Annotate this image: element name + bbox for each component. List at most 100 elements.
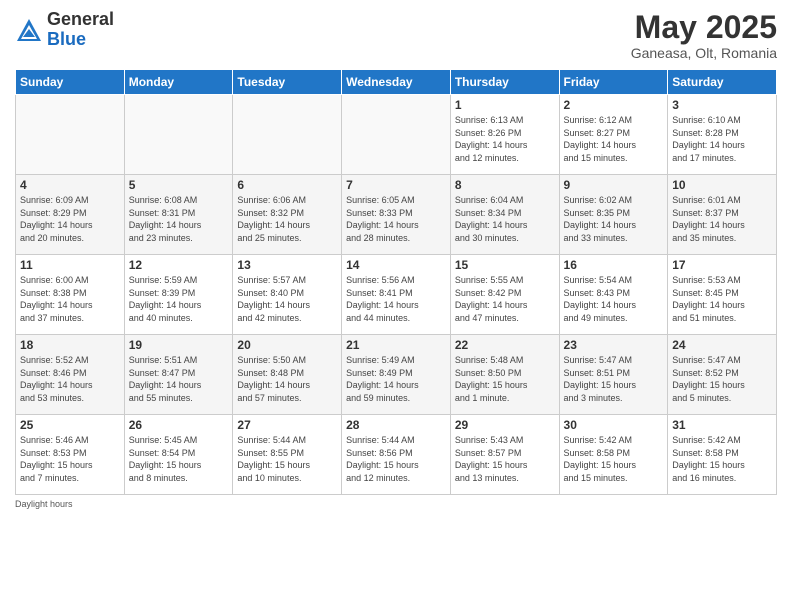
calendar-cell: 15 Sunrise: 5:55 AM Sunset: 8:42 PM Dayli…	[450, 255, 559, 335]
day-number: 17	[672, 258, 772, 272]
calendar-cell	[16, 95, 125, 175]
page: General Blue May 2025 Ganeasa, Olt, Roma…	[0, 0, 792, 612]
day-number: 26	[129, 418, 229, 432]
day-of-week-header: Tuesday	[233, 70, 342, 95]
day-number: 4	[20, 178, 120, 192]
day-info: Sunrise: 6:12 AM Sunset: 8:27 PM Dayligh…	[564, 114, 664, 164]
day-number: 8	[455, 178, 555, 192]
day-info: Sunrise: 6:04 AM Sunset: 8:34 PM Dayligh…	[455, 194, 555, 244]
calendar-table: SundayMondayTuesdayWednesdayThursdayFrid…	[15, 69, 777, 495]
calendar-week-row: 1Sunrise: 6:13 AM Sunset: 8:26 PM Daylig…	[16, 95, 777, 175]
day-info: Sunrise: 5:47 AM Sunset: 8:52 PM Dayligh…	[672, 354, 772, 404]
day-number: 30	[564, 418, 664, 432]
calendar-cell: 29 Sunrise: 5:43 AM Sunset: 8:57 PM Dayli…	[450, 415, 559, 495]
day-info: Sunrise: 6:06 AM Sunset: 8:32 PM Dayligh…	[237, 194, 337, 244]
calendar-cell: 26 Sunrise: 5:45 AM Sunset: 8:54 PM Dayli…	[124, 415, 233, 495]
day-info: Sunrise: 5:45 AM Sunset: 8:54 PM Dayligh…	[129, 434, 229, 484]
calendar-cell: 4 Sunrise: 6:09 AM Sunset: 8:29 PM Daylig…	[16, 175, 125, 255]
day-info: Sunrise: 5:51 AM Sunset: 8:47 PM Dayligh…	[129, 354, 229, 404]
calendar-cell: 31Sunrise: 5:42 AM Sunset: 8:58 PM Dayli…	[668, 415, 777, 495]
calendar-week-row: 4 Sunrise: 6:09 AM Sunset: 8:29 PM Daylig…	[16, 175, 777, 255]
day-number: 3	[672, 98, 772, 112]
day-info: Sunrise: 6:10 AM Sunset: 8:28 PM Dayligh…	[672, 114, 772, 164]
logo: General Blue	[15, 10, 114, 50]
month-title: May 2025	[631, 10, 777, 45]
day-of-week-header: Monday	[124, 70, 233, 95]
calendar-cell	[124, 95, 233, 175]
day-info: Sunrise: 6:05 AM Sunset: 8:33 PM Dayligh…	[346, 194, 446, 244]
day-number: 19	[129, 338, 229, 352]
calendar-cell: 9Sunrise: 6:02 AM Sunset: 8:35 PM Daylig…	[559, 175, 668, 255]
day-of-week-header: Thursday	[450, 70, 559, 95]
day-number: 12	[129, 258, 229, 272]
calendar-cell: 23 Sunrise: 5:47 AM Sunset: 8:51 PM Dayli…	[559, 335, 668, 415]
day-info: Sunrise: 5:42 AM Sunset: 8:58 PM Dayligh…	[564, 434, 664, 484]
day-of-week-header: Sunday	[16, 70, 125, 95]
day-info: Sunrise: 6:09 AM Sunset: 8:29 PM Dayligh…	[20, 194, 120, 244]
day-number: 20	[237, 338, 337, 352]
logo-icon	[15, 17, 43, 45]
calendar-cell: 6 Sunrise: 6:06 AM Sunset: 8:32 PM Daylig…	[233, 175, 342, 255]
calendar-cell: 7 Sunrise: 6:05 AM Sunset: 8:33 PM Daylig…	[342, 175, 451, 255]
day-number: 13	[237, 258, 337, 272]
calendar-cell: 24Sunrise: 5:47 AM Sunset: 8:52 PM Dayli…	[668, 335, 777, 415]
day-number: 10	[672, 178, 772, 192]
day-number: 6	[237, 178, 337, 192]
location: Ganeasa, Olt, Romania	[631, 45, 777, 61]
calendar-cell: 8 Sunrise: 6:04 AM Sunset: 8:34 PM Daylig…	[450, 175, 559, 255]
calendar-cell: 20 Sunrise: 5:50 AM Sunset: 8:48 PM Dayli…	[233, 335, 342, 415]
day-info: Sunrise: 5:54 AM Sunset: 8:43 PM Dayligh…	[564, 274, 664, 324]
day-info: Sunrise: 6:08 AM Sunset: 8:31 PM Dayligh…	[129, 194, 229, 244]
calendar-cell: 13 Sunrise: 5:57 AM Sunset: 8:40 PM Dayli…	[233, 255, 342, 335]
day-of-week-header: Saturday	[668, 70, 777, 95]
day-number: 11	[20, 258, 120, 272]
day-number: 28	[346, 418, 446, 432]
day-number: 25	[20, 418, 120, 432]
calendar-cell: 5 Sunrise: 6:08 AM Sunset: 8:31 PM Daylig…	[124, 175, 233, 255]
calendar-cell: 11 Sunrise: 6:00 AM Sunset: 8:38 PM Dayli…	[16, 255, 125, 335]
calendar-cell: 3 Sunrise: 6:10 AM Sunset: 8:28 PM Daylig…	[668, 95, 777, 175]
calendar-cell: 18 Sunrise: 5:52 AM Sunset: 8:46 PM Dayli…	[16, 335, 125, 415]
header: General Blue May 2025 Ganeasa, Olt, Roma…	[15, 10, 777, 61]
day-info: Sunrise: 5:43 AM Sunset: 8:57 PM Dayligh…	[455, 434, 555, 484]
calendar-cell	[233, 95, 342, 175]
calendar-cell: 30 Sunrise: 5:42 AM Sunset: 8:58 PM Dayli…	[559, 415, 668, 495]
day-of-week-header: Friday	[559, 70, 668, 95]
day-number: 14	[346, 258, 446, 272]
day-number: 22	[455, 338, 555, 352]
day-of-week-header: Wednesday	[342, 70, 451, 95]
day-number: 15	[455, 258, 555, 272]
day-number: 18	[20, 338, 120, 352]
calendar-cell: 14Sunrise: 5:56 AM Sunset: 8:41 PM Dayli…	[342, 255, 451, 335]
day-number: 29	[455, 418, 555, 432]
logo-general: General	[47, 10, 114, 30]
day-info: Sunrise: 5:44 AM Sunset: 8:56 PM Dayligh…	[346, 434, 446, 484]
calendar-cell: 22Sunrise: 5:48 AM Sunset: 8:50 PM Dayli…	[450, 335, 559, 415]
day-info: Sunrise: 5:47 AM Sunset: 8:51 PM Dayligh…	[564, 354, 664, 404]
day-info: Sunrise: 5:57 AM Sunset: 8:40 PM Dayligh…	[237, 274, 337, 324]
day-info: Sunrise: 6:00 AM Sunset: 8:38 PM Dayligh…	[20, 274, 120, 324]
day-number: 16	[564, 258, 664, 272]
daylight-label: Daylight hours	[15, 499, 73, 509]
calendar-week-row: 18 Sunrise: 5:52 AM Sunset: 8:46 PM Dayli…	[16, 335, 777, 415]
calendar-cell: 16 Sunrise: 5:54 AM Sunset: 8:43 PM Dayli…	[559, 255, 668, 335]
day-info: Sunrise: 5:42 AM Sunset: 8:58 PM Dayligh…	[672, 434, 772, 484]
day-info: Sunrise: 5:55 AM Sunset: 8:42 PM Dayligh…	[455, 274, 555, 324]
day-info: Sunrise: 5:59 AM Sunset: 8:39 PM Dayligh…	[129, 274, 229, 324]
calendar-cell: 19 Sunrise: 5:51 AM Sunset: 8:47 PM Dayli…	[124, 335, 233, 415]
day-number: 5	[129, 178, 229, 192]
day-number: 2	[564, 98, 664, 112]
title-block: May 2025 Ganeasa, Olt, Romania	[631, 10, 777, 61]
calendar-cell: 27Sunrise: 5:44 AM Sunset: 8:55 PM Dayli…	[233, 415, 342, 495]
day-number: 23	[564, 338, 664, 352]
day-info: Sunrise: 5:50 AM Sunset: 8:48 PM Dayligh…	[237, 354, 337, 404]
day-number: 27	[237, 418, 337, 432]
calendar-week-row: 11 Sunrise: 6:00 AM Sunset: 8:38 PM Dayli…	[16, 255, 777, 335]
day-number: 7	[346, 178, 446, 192]
day-info: Sunrise: 5:52 AM Sunset: 8:46 PM Dayligh…	[20, 354, 120, 404]
day-number: 21	[346, 338, 446, 352]
calendar-cell: 1Sunrise: 6:13 AM Sunset: 8:26 PM Daylig…	[450, 95, 559, 175]
calendar-cell: 2 Sunrise: 6:12 AM Sunset: 8:27 PM Daylig…	[559, 95, 668, 175]
calendar-header-row: SundayMondayTuesdayWednesdayThursdayFrid…	[16, 70, 777, 95]
day-info: Sunrise: 6:13 AM Sunset: 8:26 PM Dayligh…	[455, 114, 555, 164]
